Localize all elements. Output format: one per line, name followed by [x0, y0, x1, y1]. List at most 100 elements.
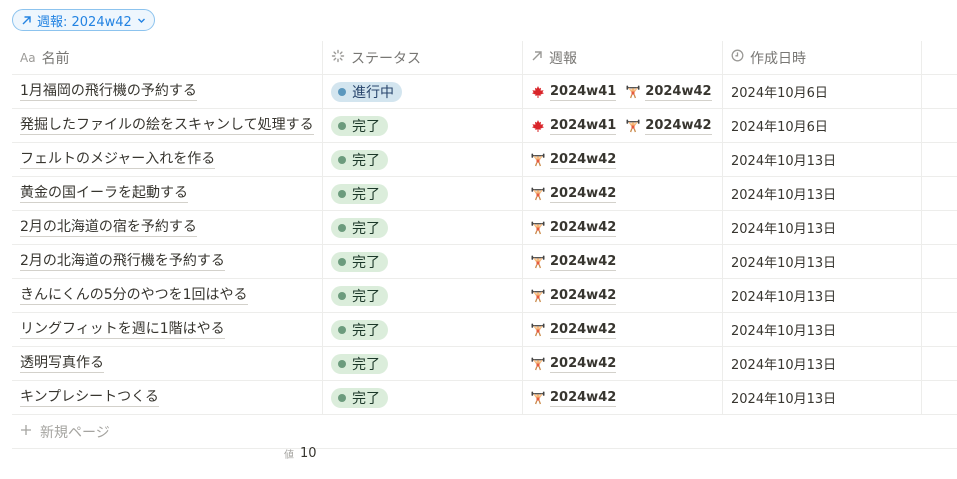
relation-label: 2024w41 — [550, 83, 617, 101]
table-body: 1月福岡の飛行機の予約する 進行中 2024w41 2024w42 2024年10月6日… — [12, 75, 957, 415]
relation-link[interactable]: 2024w42 — [531, 389, 617, 407]
page-title-link[interactable]: 2月の北海道の飛行機を予約する — [20, 252, 225, 271]
cell-status[interactable]: 完了 — [322, 347, 522, 380]
relation-link[interactable]: 2024w42 — [531, 219, 617, 237]
page-title-link[interactable]: キンプレシートつくる — [20, 388, 159, 407]
page-title-link[interactable]: 透明写真作る — [20, 354, 104, 373]
cell-status[interactable]: 完了 — [322, 143, 522, 176]
cell-name[interactable]: 2月の北海道の飛行機を予約する — [12, 245, 322, 278]
relation-link[interactable]: 2024w42 — [531, 321, 617, 339]
status-badge[interactable]: 完了 — [331, 251, 388, 272]
cell-status[interactable]: 完了 — [322, 381, 522, 414]
column-header-report[interactable]: 週報 — [522, 41, 722, 74]
cell-name[interactable]: リングフィットを週に1階はやる — [12, 313, 322, 346]
status-label: 完了 — [352, 220, 380, 237]
cell-report[interactable]: 2024w42 — [522, 381, 722, 414]
cell-report[interactable]: 2024w42 — [522, 347, 722, 380]
cell-name[interactable]: 2月の北海道の宿を予約する — [12, 211, 322, 244]
column-header-label: 週報 — [549, 50, 577, 67]
status-dot-icon — [338, 393, 346, 402]
cell-status[interactable]: 完了 — [322, 279, 522, 312]
cell-name[interactable]: きんにくんの5分のやつを1回はやる — [12, 279, 322, 312]
page-title-link[interactable]: きんにくんの5分のやつを1回はやる — [20, 286, 248, 305]
cell-name[interactable]: 透明写真作る — [12, 347, 322, 380]
page-title-link[interactable]: リングフィットを週に1階はやる — [20, 320, 225, 339]
cell-extra — [921, 279, 957, 312]
table-row[interactable]: 2月の北海道の宿を予約する 完了 2024w42 2024年10月13日 — [12, 211, 957, 245]
status-dot-icon — [338, 189, 346, 198]
created-date: 2024年10月6日 — [731, 86, 828, 101]
cell-status[interactable]: 完了 — [322, 109, 522, 142]
column-header-created[interactable]: 作成日時 — [722, 41, 921, 74]
status-dot-icon — [338, 325, 346, 334]
status-dot-icon — [338, 223, 346, 232]
relation-link[interactable]: 2024w42 — [531, 151, 617, 169]
table-row[interactable]: 透明写真作る 完了 2024w42 2024年10月13日 — [12, 347, 957, 381]
relation-link[interactable]: 2024w42 — [531, 185, 617, 203]
created-date: 2024年10月13日 — [731, 392, 837, 407]
relation-link[interactable]: 2024w42 — [626, 83, 712, 101]
cell-status[interactable]: 完了 — [322, 245, 522, 278]
cell-report[interactable]: 2024w42 — [522, 313, 722, 346]
relation-link[interactable]: 2024w41 — [531, 117, 617, 135]
cell-name[interactable]: キンプレシートつくる — [12, 381, 322, 414]
status-dot-icon — [338, 155, 346, 164]
status-badge[interactable]: 完了 — [331, 387, 388, 408]
column-header-name[interactable]: Aa 名前 — [12, 41, 322, 74]
status-dot-icon — [338, 87, 346, 96]
table-row[interactable]: 発掘したファイルの絵をスキャンして処理する 完了 2024w41 2024w42 202… — [12, 109, 957, 143]
cell-report[interactable]: 2024w42 — [522, 143, 722, 176]
relation-link[interactable]: 2024w42 — [531, 253, 617, 271]
relation-link[interactable]: 2024w42 — [531, 355, 617, 373]
status-badge[interactable]: 進行中 — [331, 81, 402, 102]
status-badge[interactable]: 完了 — [331, 217, 388, 238]
cell-name[interactable]: フェルトのメジャー入れを作る — [12, 143, 322, 176]
cell-name[interactable]: 黄金の国イーラを起動する — [12, 177, 322, 210]
table-row[interactable]: 黄金の国イーラを起動する 完了 2024w42 2024年10月13日 — [12, 177, 957, 211]
table-row[interactable]: きんにくんの5分のやつを1回はやる 完了 2024w42 2024年10月13日 — [12, 279, 957, 313]
page-title-link[interactable]: 2月の北海道の宿を予約する — [20, 218, 197, 237]
cell-name[interactable]: 1月福岡の飛行機の予約する — [12, 75, 322, 108]
filter-chip[interactable]: 週報: 2024w42 — [12, 9, 155, 31]
cell-created: 2024年10月6日 — [722, 109, 921, 142]
maple-leaf-icon — [531, 85, 545, 99]
cell-report[interactable]: 2024w42 — [522, 245, 722, 278]
column-header-status[interactable]: ステータス — [322, 41, 522, 74]
status-badge[interactable]: 完了 — [331, 149, 388, 170]
page-title-link[interactable]: 発掘したファイルの絵をスキャンして処理する — [20, 116, 314, 135]
cell-status[interactable]: 完了 — [322, 211, 522, 244]
relation-link[interactable]: 2024w42 — [531, 287, 617, 305]
cell-report[interactable]: 2024w41 2024w42 — [522, 109, 722, 142]
cell-name[interactable]: 発掘したファイルの絵をスキャンして処理する — [12, 109, 322, 142]
status-badge[interactable]: 完了 — [331, 319, 388, 340]
table-row[interactable]: 1月福岡の飛行機の予約する 進行中 2024w41 2024w42 2024年10月6日 — [12, 75, 957, 109]
status-badge[interactable]: 完了 — [331, 353, 388, 374]
relation-label: 2024w41 — [550, 117, 617, 135]
cell-status[interactable]: 完了 — [322, 313, 522, 346]
relation-label: 2024w42 — [550, 151, 617, 169]
new-page-button[interactable]: 新規ページ — [12, 415, 957, 449]
weightlifter-icon — [531, 221, 545, 235]
status-badge[interactable]: 完了 — [331, 285, 388, 306]
cell-report[interactable]: 2024w42 — [522, 211, 722, 244]
relation-link[interactable]: 2024w41 — [531, 83, 617, 101]
page-title-link[interactable]: 黄金の国イーラを起動する — [20, 184, 188, 203]
table-row[interactable]: 2月の北海道の飛行機を予約する 完了 2024w42 2024年10月13日 — [12, 245, 957, 279]
cell-report[interactable]: 2024w42 — [522, 279, 722, 312]
cell-report[interactable]: 2024w42 — [522, 177, 722, 210]
cell-created: 2024年10月6日 — [722, 75, 921, 108]
page-title-link[interactable]: 1月福岡の飛行機の予約する — [20, 82, 197, 101]
cell-extra — [921, 177, 957, 210]
page-title-link[interactable]: フェルトのメジャー入れを作る — [20, 150, 216, 169]
table-row[interactable]: キンプレシートつくる 完了 2024w42 2024年10月13日 — [12, 381, 957, 415]
status-badge[interactable]: 完了 — [331, 183, 388, 204]
relation-link[interactable]: 2024w42 — [626, 117, 712, 135]
status-badge[interactable]: 完了 — [331, 115, 388, 136]
table-row[interactable]: リングフィットを週に1階はやる 完了 2024w42 2024年10月13日 — [12, 313, 957, 347]
cell-status[interactable]: 進行中 — [322, 75, 522, 108]
cell-report[interactable]: 2024w41 2024w42 — [522, 75, 722, 108]
created-date: 2024年10月13日 — [731, 222, 837, 237]
table-row[interactable]: フェルトのメジャー入れを作る 完了 2024w42 2024年10月13日 — [12, 143, 957, 177]
cell-status[interactable]: 完了 — [322, 177, 522, 210]
row-count[interactable]: 値 10 — [284, 446, 317, 461]
